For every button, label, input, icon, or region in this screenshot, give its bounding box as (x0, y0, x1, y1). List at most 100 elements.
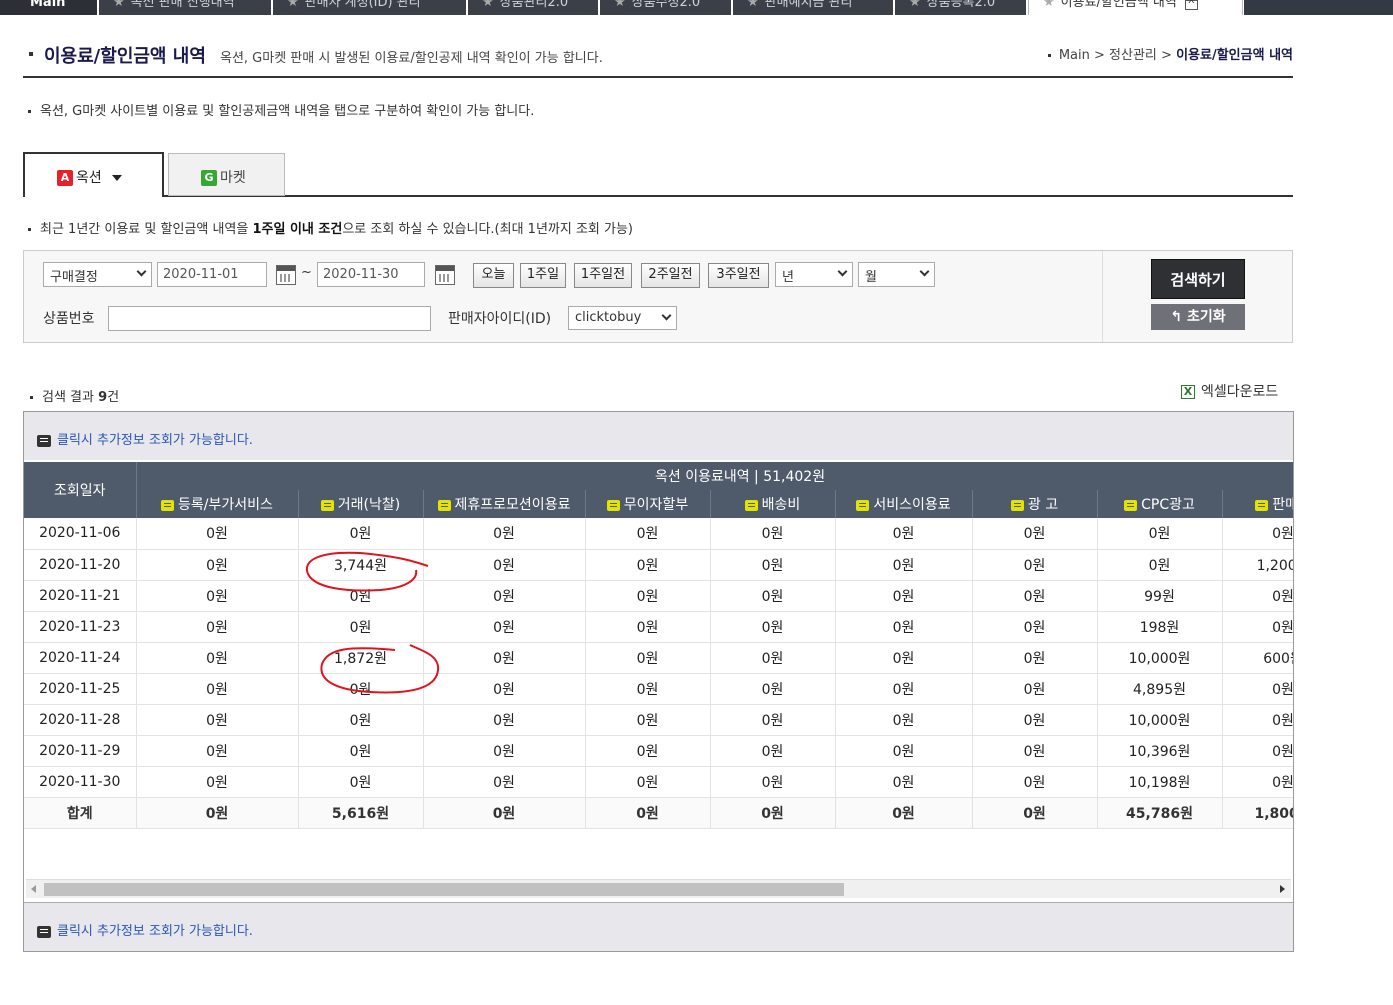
table-row[interactable]: 2020-11-21 0원 0원 0원 0원 0원 0원 0원 99원 0원 (24, 580, 1293, 612)
amount-cell[interactable]: 10,198원 (1097, 766, 1223, 798)
amount-cell[interactable]: 0원 (423, 766, 586, 798)
amount-cell[interactable]: 0원 (423, 673, 586, 705)
amount-cell[interactable]: 0원 (423, 518, 586, 550)
amount-cell[interactable]: 0원 (710, 580, 836, 612)
amount-cell[interactable]: 0원 (710, 518, 836, 550)
amount-cell[interactable]: 600원 (1222, 642, 1293, 674)
table-row[interactable]: 2020-11-240원1,872원0원0원0원0원0원10,000원600원 (24, 642, 1293, 674)
amount-cell[interactable]: 0원 (710, 611, 836, 643)
date-type-select[interactable]: 구매결정 (43, 262, 152, 287)
amount-cell[interactable]: 0원 (136, 797, 299, 829)
amount-cell[interactable]: 0원 (136, 673, 299, 705)
amount-cell[interactable]: 0원 (298, 735, 424, 767)
tab-deposit-manage[interactable]: ★ 판매예치금 관리 (733, 0, 893, 15)
amount-cell[interactable]: 0원 (136, 518, 299, 550)
amount-cell[interactable]: 0원 (423, 735, 586, 767)
amount-cell[interactable]: 0원 (585, 673, 711, 705)
tab-fee-history[interactable]: ★ 이용료/할인금액 내역 X (1028, 0, 1243, 15)
period-1week-button[interactable]: 1주일 (520, 263, 566, 288)
scroll-right-icon[interactable] (1280, 885, 1285, 893)
amount-cell[interactable]: 0원 (710, 766, 836, 798)
column-header[interactable]: 거래(낙찰) (298, 490, 424, 518)
amount-cell[interactable]: 0원 (835, 704, 973, 736)
tab-seller-account[interactable]: ★ 판매자 계정(ID) 관리 (273, 0, 466, 15)
amount-cell[interactable]: 99원 (1097, 580, 1223, 612)
tab-main[interactable]: Main (0, 0, 97, 15)
period-1week-ago-button[interactable]: 1주일전 (574, 263, 632, 288)
amount-cell[interactable]: 0원 (423, 549, 586, 581)
search-button[interactable]: 검색하기 (1151, 259, 1245, 299)
column-header-date[interactable]: 조회일자 (24, 462, 137, 518)
grid-info-text[interactable]: 클릭시 추가정보 조회가 가능합니다. (57, 924, 253, 939)
calendar-icon[interactable] (435, 265, 455, 285)
column-header[interactable]: 판매자 (1222, 490, 1293, 518)
amount-cell[interactable]: 0원 (710, 673, 836, 705)
amount-cell[interactable]: 5,616원 (298, 797, 424, 829)
amount-cell[interactable]: 0원 (1222, 580, 1293, 612)
amount-cell[interactable]: 0원 (136, 611, 299, 643)
amount-cell[interactable]: 0원 (423, 611, 586, 643)
year-select[interactable]: 년 (775, 262, 853, 287)
amount-cell[interactable]: 0원 (972, 549, 1098, 581)
amount-cell[interactable]: 0원 (710, 797, 836, 829)
amount-cell[interactable]: 0원 (972, 735, 1098, 767)
amount-cell[interactable]: 0원 (585, 735, 711, 767)
column-header[interactable]: 서비스이용료 (835, 490, 973, 518)
amount-cell[interactable]: 0원 (298, 518, 424, 550)
amount-cell[interactable]: 0원 (585, 611, 711, 643)
amount-cell[interactable]: 0원 (423, 797, 586, 829)
tab-product-register[interactable]: ★ 상품등록2.0 (895, 0, 1026, 15)
amount-cell[interactable]: 0원 (1222, 735, 1293, 767)
date-to-input[interactable]: 2020-11-30 (317, 262, 425, 287)
amount-cell[interactable]: 0원 (835, 580, 973, 612)
amount-cell[interactable]: 0원 (423, 580, 586, 612)
amount-cell[interactable]: 0원 (585, 797, 711, 829)
amount-cell[interactable]: 0원 (710, 642, 836, 674)
period-2week-ago-button[interactable]: 2주일전 (641, 263, 700, 288)
grid-info-text[interactable]: 클릭시 추가정보 조회가 가능합니다. (57, 433, 253, 448)
amount-cell[interactable]: 0원 (136, 642, 299, 674)
amount-cell[interactable]: 0원 (1222, 611, 1293, 643)
amount-cell[interactable]: 3,744원 (298, 549, 424, 581)
amount-cell[interactable]: 0원 (1097, 549, 1223, 581)
total-row[interactable]: 합계0원5,616원0원0원0원0원0원45,786원1,800원 (24, 797, 1293, 829)
amount-cell[interactable]: 0원 (136, 704, 299, 736)
amount-cell[interactable]: 0원 (585, 549, 711, 581)
amount-cell[interactable]: 0원 (972, 642, 1098, 674)
seller-id-select[interactable]: clicktobuy (568, 306, 677, 330)
amount-cell[interactable]: 0원 (972, 518, 1098, 550)
amount-cell[interactable]: 0원 (972, 797, 1098, 829)
table-row[interactable]: 2020-11-200원3,744원0원0원0원0원0원0원1,200원 (24, 549, 1293, 581)
breadcrumb-settlement[interactable]: 정산관리 (1109, 48, 1157, 63)
column-header[interactable]: CPC광고 (1097, 490, 1223, 518)
month-select[interactable]: 월 (858, 262, 935, 287)
amount-cell[interactable]: 4,895원 (1097, 673, 1223, 705)
amount-cell[interactable]: 0원 (1222, 704, 1293, 736)
amount-cell[interactable]: 0원 (1222, 766, 1293, 798)
amount-cell[interactable]: 0원 (835, 766, 973, 798)
amount-cell[interactable]: 0원 (585, 766, 711, 798)
scroll-left-icon[interactable] (31, 885, 36, 893)
amount-cell[interactable]: 1,800원 (1222, 797, 1293, 829)
amount-cell[interactable]: 0원 (835, 549, 973, 581)
amount-cell[interactable]: 0원 (298, 704, 424, 736)
breadcrumb-main[interactable]: Main (1059, 48, 1090, 63)
amount-cell[interactable]: 0원 (136, 735, 299, 767)
amount-cell[interactable]: 0원 (972, 704, 1098, 736)
amount-cell[interactable]: 0원 (972, 580, 1098, 612)
period-3week-ago-button[interactable]: 3주일전 (708, 263, 769, 288)
amount-cell[interactable]: 0원 (585, 704, 711, 736)
horizontal-scrollbar[interactable] (26, 879, 1291, 898)
tab-auction[interactable]: A 옥션 (23, 152, 164, 197)
amount-cell[interactable]: 10,396원 (1097, 735, 1223, 767)
column-header[interactable]: 등록/부가서비스 (136, 490, 299, 518)
amount-cell[interactable]: 0원 (972, 766, 1098, 798)
amount-cell[interactable]: 0원 (972, 611, 1098, 643)
amount-cell[interactable]: 0원 (710, 735, 836, 767)
amount-cell[interactable]: 0원 (1222, 518, 1293, 550)
amount-cell[interactable]: 1,200원 (1222, 549, 1293, 581)
column-header[interactable]: 광 고 (972, 490, 1098, 518)
tab-product-manage[interactable]: ★ 상품관리2.0 (468, 0, 598, 15)
amount-cell[interactable]: 45,786원 (1097, 797, 1223, 829)
amount-cell[interactable]: 0원 (585, 518, 711, 550)
